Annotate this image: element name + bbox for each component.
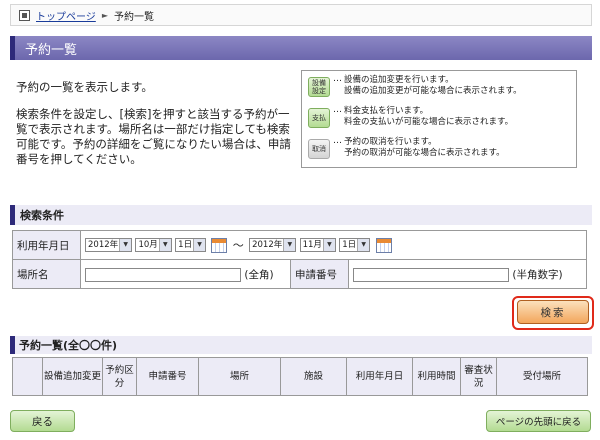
breadcrumb-current: 予約一覧 — [113, 11, 154, 23]
application-number-input[interactable] — [353, 267, 509, 282]
application-number-hint: (半角数字) — [512, 268, 563, 281]
legend-line: 料金の支払いが可能な場合に表示されます。 — [344, 117, 514, 127]
breadcrumb-separator: ► — [101, 10, 108, 20]
from-year-select[interactable]: 2012年 — [85, 238, 133, 252]
legend-row-equipment: 設備設定 … 設備の追加変更を行います。 設備の追加変更が可能な場合に表示されま… — [308, 74, 570, 105]
breadcrumb-home-link[interactable]: トップページ — [36, 8, 96, 23]
to-day-select[interactable]: 1日 — [339, 238, 371, 252]
legend-dots: … — [333, 74, 342, 84]
payment-button-sample: 支払 — [308, 108, 330, 128]
place-label: 場所名 — [12, 259, 81, 289]
column-header-place: 場所 — [198, 357, 281, 396]
column-header-reservation-type: 予約区分 — [102, 357, 137, 396]
column-header-blank — [12, 357, 43, 396]
place-name-input[interactable] — [85, 267, 241, 282]
date-label: 利用年月日 — [12, 230, 81, 260]
column-header-usage-date: 利用年月日 — [346, 357, 413, 396]
search-button[interactable]: 検索 — [517, 300, 589, 324]
intro-paragraph-2: 検索条件を設定し、[検索]を押すと該当する予約が一覧で表示されます。場所名は一部… — [16, 107, 291, 166]
reservation-table: 設備追加変更 予約区分 申請番号 場所 施設 利用年月日 利用時間 審査状況 受… — [12, 357, 588, 396]
to-calendar-icon[interactable] — [375, 237, 392, 253]
page-title: 予約一覧 — [10, 36, 592, 60]
date-range-tilde: 〜 — [232, 239, 244, 252]
home-icon — [19, 9, 30, 21]
legend-line: 予約の取消が可能な場合に表示されます。 — [344, 148, 505, 158]
legend-row-cancel: 取消 … 予約の取消を行います。 予約の取消が可能な場合に表示されます。 — [308, 136, 570, 167]
breadcrumb: トップページ ► 予約一覧 — [10, 4, 592, 26]
column-header-facility: 施設 — [280, 357, 347, 396]
legend-line: 設備の追加変更を行います。 — [344, 75, 454, 85]
place-hint: (全角) — [244, 268, 274, 281]
legend-line: 設備の追加変更が可能な場合に表示されます。 — [344, 86, 522, 96]
legend-row-payment: 支払 … 料金支払を行います。 料金の支払いが可能な場合に表示されます。 — [308, 105, 570, 136]
column-header-usage-time: 利用時間 — [412, 357, 461, 396]
application-number-cell: (半角数字) — [348, 259, 587, 289]
reservation-list-title: 予約一覧(全〇〇件) — [10, 336, 592, 354]
to-month-select[interactable]: 11月 — [299, 238, 336, 252]
search-section-title: 検索条件 — [10, 205, 592, 225]
intro-text: 予約の一覧を表示します。 検索条件を設定し、[検索]を押すと該当する予約が一覧で… — [16, 80, 296, 179]
legend-dots: … — [333, 136, 342, 146]
search-form: 利用年月日 2012年 10月 1日 〜 2012年 11月 1日 場所名 (全… — [12, 230, 587, 289]
from-month-select[interactable]: 10月 — [135, 238, 172, 252]
back-to-top-button[interactable]: ページの先頭に戻る — [486, 410, 591, 432]
application-number-label: 申請番号 — [290, 259, 349, 289]
from-calendar-icon[interactable] — [211, 237, 228, 253]
back-button[interactable]: 戻る — [10, 410, 75, 432]
legend-line: 予約の取消を行います。 — [344, 137, 437, 147]
column-header-review-status: 審査状況 — [460, 357, 497, 396]
column-header-reception-place: 受付場所 — [496, 357, 588, 396]
legend-line: 料金支払を行います。 — [344, 106, 429, 116]
to-year-select[interactable]: 2012年 — [249, 238, 297, 252]
place-cell: (全角) — [80, 259, 291, 289]
column-header-equipment-change: 設備追加変更 — [42, 357, 103, 396]
cancel-button-sample: 取消 — [308, 139, 330, 159]
intro-paragraph-1: 予約の一覧を表示します。 — [16, 80, 153, 94]
legend-dots: … — [333, 105, 342, 115]
button-legend: 設備設定 … 設備の追加変更を行います。 設備の追加変更が可能な場合に表示されま… — [301, 70, 577, 168]
column-header-application-number: 申請番号 — [136, 357, 199, 396]
from-day-select[interactable]: 1日 — [175, 238, 207, 252]
equipment-setting-button-sample: 設備設定 — [308, 77, 330, 97]
date-range-cell: 2012年 10月 1日 〜 2012年 11月 1日 — [80, 230, 587, 260]
